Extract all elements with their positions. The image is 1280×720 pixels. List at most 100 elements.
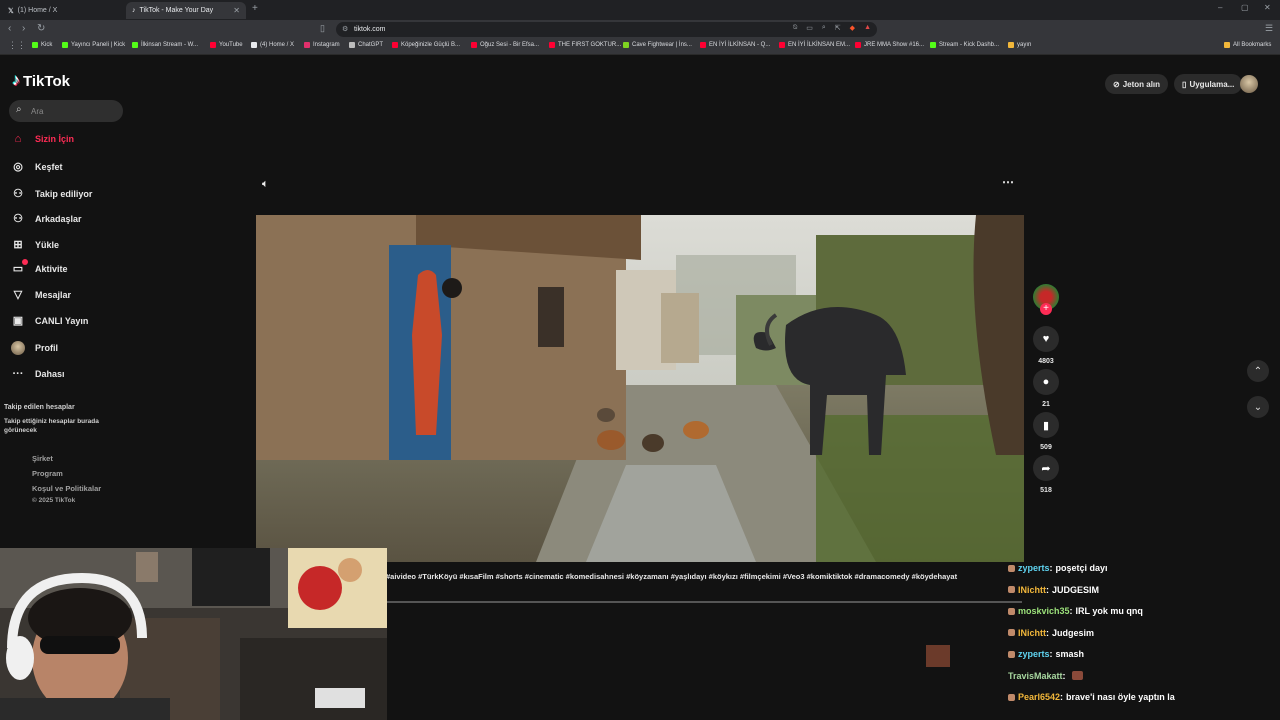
bookmark-item[interactable]: Yayıncı Paneli | Kick [62, 42, 125, 48]
sidebar-item-label: Sizin İçin [35, 134, 75, 144]
bookmark-item[interactable]: Instagram [304, 42, 340, 48]
maximize-icon[interactable]: ▢ [1241, 3, 1249, 12]
site-info-icon[interactable]: ⚙ [342, 25, 348, 33]
bookmark-favicon-icon [392, 42, 398, 48]
bookmark-item[interactable]: (4) Home / X [251, 42, 294, 48]
chat-separator: : [1049, 649, 1053, 659]
menu-icon[interactable]: ☰ [1265, 23, 1273, 34]
chat-username[interactable]: zyperts [1018, 649, 1050, 659]
previous-video-button[interactable]: ⌃ [1247, 360, 1269, 382]
footer-link-terms[interactable]: Koşul ve Politikalar [32, 484, 101, 493]
share-button[interactable]: ➦ 518 [1033, 455, 1059, 494]
user-avatar[interactable] [1240, 75, 1258, 93]
minimize-icon[interactable]: – [1218, 3, 1222, 12]
sidebar-item-home[interactable]: ⌂ Sizin İçin [11, 133, 74, 145]
chat-username[interactable]: zyperts [1018, 563, 1050, 573]
footer-link-program[interactable]: Program [32, 469, 63, 478]
bookmark-item[interactable]: Oğuz Sesi - Bir Efsa... [471, 42, 539, 48]
sidebar-item-messages[interactable]: ▽ Mesajlar [11, 288, 71, 301]
video-frame [256, 215, 1024, 562]
chat-badge-icon [1008, 586, 1015, 593]
chat-username[interactable]: INichtt [1018, 585, 1046, 595]
bookmark-item[interactable]: YouTube [210, 42, 243, 48]
profile-avatar-icon [11, 341, 25, 355]
bookmark-favicon-icon [210, 42, 216, 48]
bookmark-item[interactable]: THE FIRST GOKTUR... [549, 42, 621, 48]
zoom-icon[interactable]: ⌕ [822, 24, 826, 32]
bookmark-item[interactable]: Stream - Kick Dashb... [930, 42, 999, 48]
chat-username[interactable]: TravisMakatt [1008, 671, 1063, 681]
bookmark-item[interactable]: İlkinsan Stream - W... [132, 42, 198, 48]
get-app-button[interactable]: ▯ Uygulama... [1174, 74, 1243, 94]
chat-username[interactable]: moskvich35 [1018, 606, 1070, 616]
tab-title: TikTok - Make Your Day [139, 7, 214, 14]
like-button[interactable]: ♥ 4803 [1033, 326, 1059, 365]
sidebar-item-live[interactable]: ▣ CANLI Yayın [11, 314, 89, 327]
following-icon: ⚇ [13, 188, 23, 200]
live-icon: ▣ [12, 315, 24, 327]
install-icon[interactable]: ▭ [806, 24, 813, 32]
notification-badge [22, 259, 28, 265]
brave-rewards-icon[interactable]: ▲ [864, 24, 871, 32]
volume-icon[interactable]: 🔈︎ [262, 178, 269, 191]
sidebar-item-compass[interactable]: ◎ Keşfet [11, 160, 62, 173]
forward-icon[interactable]: › [22, 23, 25, 34]
sidebar-item-more[interactable]: ··· Dahası [11, 368, 65, 380]
bookmark-label: Instagram [313, 42, 340, 48]
bookmark-item[interactable]: Cave Fightwear | İns... [623, 42, 692, 48]
reload-icon[interactable]: ↻ [37, 23, 45, 34]
chat-badge-icon [1008, 629, 1015, 636]
browser-tab-strip: 𝕏 (1) Home / X ♪ TikTok - Make Your Day … [0, 0, 1280, 20]
phone-icon: ▯ [1182, 79, 1187, 89]
video-progress-bar[interactable] [386, 601, 1022, 603]
all-bookmarks[interactable]: All Bookmarks [1224, 42, 1271, 48]
follow-plus-icon[interactable]: + [1040, 303, 1052, 315]
cast-icon[interactable]: ⍉ [793, 24, 797, 32]
sidebar-item-label: Dahası [35, 369, 65, 379]
compass-icon: ◎ [13, 161, 23, 173]
video-player[interactable] [256, 215, 1024, 562]
chat-username[interactable]: Pearl6542 [1018, 692, 1060, 702]
sidebar-item-friends[interactable]: ⚇ Arkadaşlar [11, 212, 81, 225]
more-options-icon[interactable]: ⋯ [1002, 175, 1014, 189]
bookmark-page-icon[interactable]: ▯ [320, 23, 325, 34]
brave-shields-icon[interactable]: ◆ [850, 24, 855, 32]
close-window-icon[interactable]: ✕ [1264, 3, 1271, 12]
browser-tab-tiktok[interactable]: ♪ TikTok - Make Your Day ✕ [126, 2, 246, 19]
bookmark-favicon-icon [1008, 42, 1014, 48]
bookmark-item[interactable]: EN İYİ İLKİNSAN - Q... [700, 42, 770, 48]
address-bar[interactable]: tiktok.com ⚙ ⍉ ▭ ⌕ ⇱ ◆ ▲ [336, 22, 877, 37]
bookmark-item[interactable]: EN İYİ İLKİNSAN EM... [779, 42, 850, 48]
sidebar-item-upload[interactable]: ⊞ Yükle [11, 238, 59, 251]
footer-link-company[interactable]: Şirket [32, 454, 53, 463]
video-caption-hashtags[interactable]: #aivideo #TürkKöyü #kısaFilm #shorts #ci… [386, 572, 994, 581]
bookmark-icon: ▮ [1033, 412, 1059, 438]
tiktok-logo[interactable]: ♪ TikTok [12, 72, 70, 90]
bookmark-item[interactable]: Köpeğinizle Güçlü B... [392, 42, 460, 48]
save-button[interactable]: ▮ 509 [1033, 412, 1059, 451]
next-video-button[interactable]: ⌄ [1247, 396, 1269, 418]
chat-username[interactable]: INichtt [1018, 628, 1046, 638]
apps-grid-icon[interactable]: ⋮⋮ [8, 40, 26, 51]
sidebar-item-label: Takip ediliyor [35, 188, 93, 199]
browser-tab-x[interactable]: 𝕏 (1) Home / X [2, 2, 124, 19]
sidebar-item-following[interactable]: ⚇ Takip ediliyor [11, 187, 92, 200]
bookmark-item[interactable]: JRE MMA Show #16... [855, 42, 924, 48]
sidebar-item-profile[interactable]: Profil [11, 341, 58, 355]
bookmark-item[interactable]: yayın [1008, 42, 1031, 48]
back-icon[interactable]: ‹ [8, 23, 11, 34]
creator-avatar[interactable]: + [1033, 284, 1059, 315]
new-tab-icon[interactable]: + [252, 3, 258, 14]
bookmark-favicon-icon [855, 42, 861, 48]
sidebar-item-activity[interactable]: ▭ Aktivite [11, 259, 68, 275]
bookmark-favicon-icon [930, 42, 936, 48]
address-text: tiktok.com [354, 26, 386, 33]
close-tab-icon[interactable]: ✕ [233, 6, 240, 15]
bookmark-item[interactable]: Kick [32, 42, 52, 48]
get-coins-button[interactable]: ⊘ Jeton alın [1105, 74, 1169, 94]
sidebar-item-label: CANLI Yayın [35, 315, 89, 326]
search-input[interactable]: ⌕ Ara [9, 100, 123, 122]
bookmark-item[interactable]: ChatGPT [349, 42, 383, 48]
share-icon[interactable]: ⇱ [835, 24, 841, 32]
comment-button[interactable]: ● 21 [1033, 369, 1059, 408]
